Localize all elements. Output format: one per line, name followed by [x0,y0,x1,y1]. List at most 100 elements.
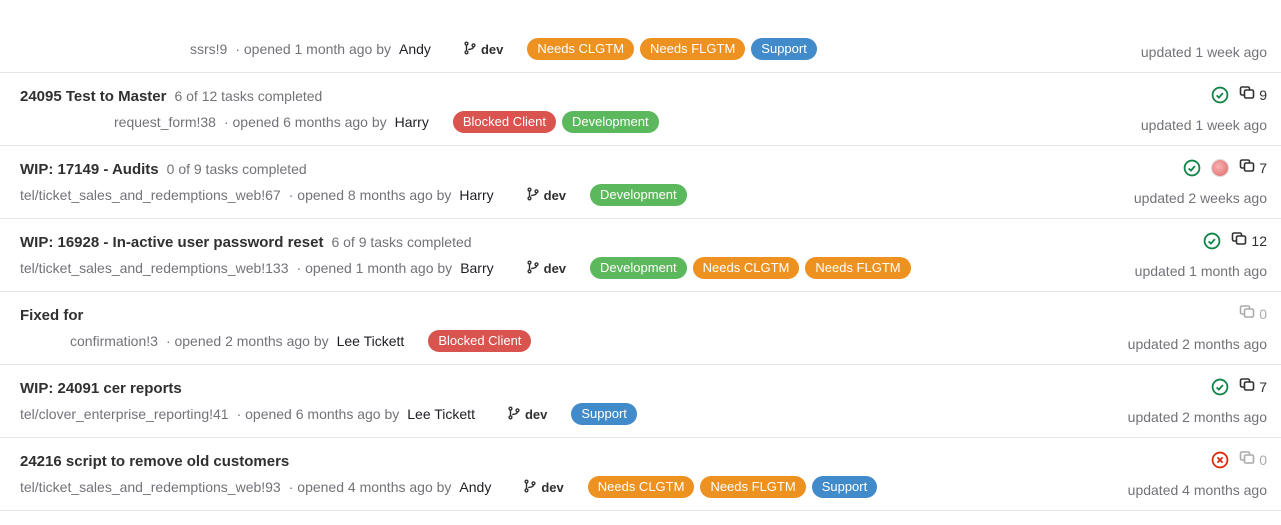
comments-icon [1239,377,1255,396]
mr-reference[interactable]: tel/ticket_sales_and_redemptions_web!133 [20,260,289,276]
author-link[interactable]: Barry [460,260,493,276]
updated-at: updated 2 months ago [1128,409,1267,425]
mr-reference[interactable]: request_form!38 [114,114,216,130]
branch-name: dev [481,42,503,57]
label-badge[interactable]: Support [812,476,878,498]
branch-icon [507,406,521,423]
label-badge[interactable]: Support [571,403,637,425]
updated-at: updated 1 month ago [1135,263,1267,279]
comments-icon [1231,231,1247,250]
label-badge[interactable]: Development [590,184,687,206]
mr-title[interactable]: WIP: 16928 - In-active user password res… [20,234,323,251]
pipeline-passed-icon[interactable] [1211,86,1229,104]
author-link[interactable]: Andy [399,41,431,57]
branch-name: dev [541,480,563,495]
tasks-progress: 0 of 9 tasks completed [167,161,307,177]
branch-icon [526,260,540,277]
labels-container: Needs CLGTMNeeds FLGTM Support [588,476,878,498]
mr-reference[interactable]: tel/ticket_sales_and_redemptions_web!93 [20,479,281,495]
updated-at: updated 1 week ago [1141,44,1267,60]
mr-reference[interactable]: confirmation!3 [70,333,158,349]
label-badge[interactable]: Blocked Client [453,111,556,133]
branch-name: dev [525,407,547,422]
label-badge[interactable]: Development [562,111,659,133]
merge-request-row[interactable]: WIP: 17149 - Audits 0 of 9 tasks complete… [0,146,1281,219]
labels-container: Support [571,403,637,425]
comments-count[interactable]: 12 [1231,231,1267,250]
target-branch[interactable]: dev [463,41,503,58]
comments-count[interactable]: 7 [1239,158,1267,177]
label-badge[interactable]: Support [751,38,817,60]
updated-at: updated 1 week ago [1141,117,1267,133]
label-badge[interactable]: Needs FLGTM [700,476,805,498]
updated-at: updated 4 months ago [1128,482,1267,498]
labels-container: Needs CLGTM Needs FLGTM Support [527,38,817,60]
comments-number: 7 [1259,160,1267,176]
label-badge[interactable]: Development [590,257,687,279]
target-branch[interactable]: dev [526,187,566,204]
target-branch[interactable]: dev [523,479,563,496]
mr-reference[interactable]: ssrs!9 [190,41,227,57]
author-link[interactable]: Lee Tickett [407,406,475,422]
opened-meta: · opened 1 month ago by [297,260,453,276]
label-badge[interactable]: Needs CLGTM [588,476,695,498]
merge-request-row[interactable]: WIP: 16928 - In-active user password res… [0,219,1281,292]
opened-meta: · opened 4 months ago by [289,479,452,495]
label-badge[interactable]: Needs FLGTM [640,38,745,60]
comments-number: 0 [1259,306,1267,322]
branch-icon [523,479,537,496]
author-link[interactable]: Harry [395,114,429,130]
opened-meta: · opened 6 months ago by [224,114,387,130]
branch-icon [526,187,540,204]
comments-number: 12 [1251,233,1267,249]
mr-title[interactable]: Fixed for [20,307,83,324]
updated-at: updated 2 weeks ago [1134,190,1267,206]
mr-reference[interactable]: tel/ticket_sales_and_redemptions_web!67 [20,187,281,203]
comments-icon [1239,158,1255,177]
pipeline-passed-icon[interactable] [1183,159,1201,177]
opened-meta: · opened 1 month ago by [235,41,391,57]
merge-request-row[interactable]: WIP: 24091 cer reports tel/clover_enterpr… [0,365,1281,438]
branch-name: dev [544,188,566,203]
labels-container: Development Needs CLGTMNeeds FLGTM [590,257,911,279]
target-branch[interactable]: dev [507,406,547,423]
tasks-progress: 6 of 9 tasks completed [331,234,471,250]
mr-reference[interactable]: tel/clover_enterprise_reporting!41 [20,406,229,422]
label-badge[interactable]: Needs CLGTM [693,257,800,279]
branch-name: dev [544,261,566,276]
pipeline-failed-icon[interactable] [1211,451,1229,469]
merge-request-row[interactable]: Fixed for confirmation!3 · opened 2 month… [0,292,1281,365]
comments-icon [1239,450,1255,469]
merge-request-row[interactable]: 24095 Test to Master 6 of 12 tasks comple… [0,73,1281,146]
author-link[interactable]: Lee Tickett [337,333,405,349]
branch-icon [463,41,477,58]
comments-number: 0 [1259,452,1267,468]
merge-request-row[interactable]: ssrs!9 · opened 1 month ago by Andy dev Ne… [0,0,1281,73]
comments-count[interactable]: 0 [1239,450,1267,469]
author-link[interactable]: Harry [459,187,493,203]
comments-number: 7 [1259,379,1267,395]
label-badge[interactable]: Blocked Client [428,330,531,352]
comments-number: 9 [1259,87,1267,103]
comments-count[interactable]: 9 [1239,85,1267,104]
label-badge[interactable]: Needs CLGTM [527,38,634,60]
opened-meta: · opened 2 months ago by [166,333,329,349]
author-link[interactable]: Andy [459,479,491,495]
mr-title[interactable]: 24216 script to remove old customers [20,453,289,470]
tasks-progress: 6 of 12 tasks completed [174,88,322,104]
merge-request-row[interactable]: 24216 script to remove old customers tel/… [0,438,1281,511]
merge-request-list: ssrs!9 · opened 1 month ago by Andy dev Ne… [0,0,1281,511]
label-badge[interactable]: Needs FLGTM [805,257,910,279]
pipeline-passed-icon[interactable] [1203,232,1221,250]
pipeline-passed-icon[interactable] [1211,378,1229,396]
comments-count[interactable]: 7 [1239,377,1267,396]
mr-title[interactable]: 24095 Test to Master [20,88,166,105]
opened-meta: · opened 8 months ago by [289,187,452,203]
mr-title[interactable]: WIP: 17149 - Audits [20,161,159,178]
labels-container: Blocked Client Development [453,111,659,133]
target-branch[interactable]: dev [526,260,566,277]
assignee-avatar[interactable] [1211,159,1229,177]
mr-title[interactable]: WIP: 24091 cer reports [20,380,182,397]
updated-at: updated 2 months ago [1128,336,1267,352]
comments-count[interactable]: 0 [1239,304,1267,323]
